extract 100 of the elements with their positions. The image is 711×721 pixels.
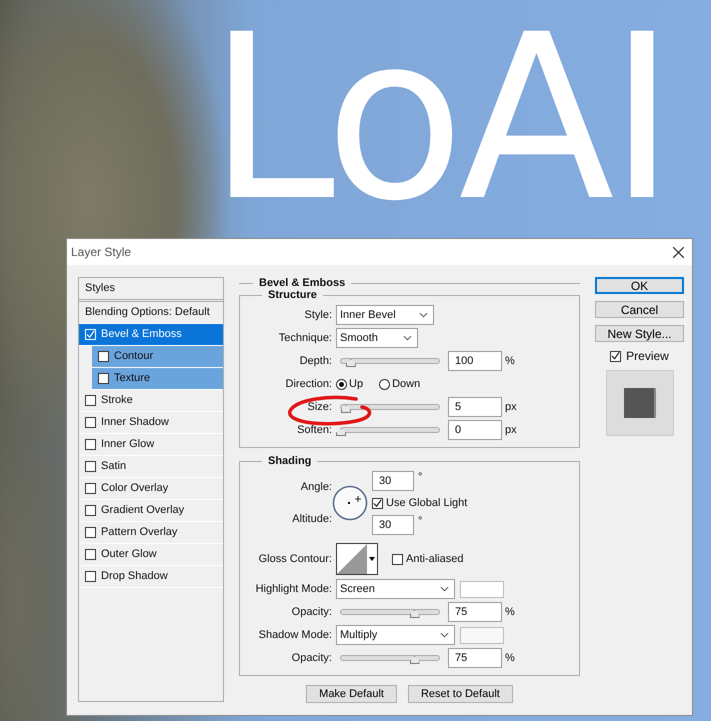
checkbox-option[interactable]: Use Global Light bbox=[372, 493, 468, 513]
input-field[interactable]: 5 bbox=[448, 397, 502, 417]
unit-label: % bbox=[504, 652, 515, 664]
slider-thumb[interactable] bbox=[410, 656, 420, 664]
color-swatch[interactable] bbox=[460, 626, 504, 644]
effect-label: Inner Shadow bbox=[101, 415, 169, 430]
radio-button[interactable] bbox=[336, 378, 347, 390]
preview-thumbnail bbox=[606, 370, 674, 436]
checkbox[interactable] bbox=[85, 439, 96, 450]
effect-label: Color Overlay bbox=[101, 481, 168, 496]
unit-label: px bbox=[504, 424, 517, 436]
slider-thumb[interactable] bbox=[336, 428, 346, 436]
checkbox[interactable] bbox=[372, 498, 383, 508]
slider-thumb[interactable] bbox=[340, 405, 351, 413]
input-field[interactable]: 75 bbox=[448, 602, 502, 622]
field-label: Style: bbox=[303, 309, 333, 321]
dialog-button[interactable]: OK bbox=[595, 277, 684, 294]
field-label: Technique: bbox=[278, 332, 333, 344]
checkbox[interactable] bbox=[610, 350, 622, 362]
contour-picker[interactable] bbox=[336, 543, 378, 575]
field-label: Opacity: bbox=[290, 652, 333, 664]
field-label: Shadow Mode: bbox=[258, 629, 333, 641]
angle-dial[interactable] bbox=[332, 485, 368, 521]
checkbox[interactable] bbox=[98, 351, 109, 362]
color-swatch[interactable] bbox=[460, 580, 504, 598]
effect-item[interactable]: Color Overlay bbox=[79, 478, 223, 500]
field-label: Highlight Mode: bbox=[254, 583, 333, 595]
highlight-mode-dropdown[interactable]: Screen bbox=[336, 579, 455, 599]
effect-label: Stroke bbox=[101, 393, 133, 408]
dialog-button[interactable]: Make Default bbox=[306, 685, 397, 703]
input-field[interactable]: 75 bbox=[448, 648, 502, 668]
effect-label: Gradient Overlay bbox=[101, 503, 184, 518]
unit-label: ° bbox=[417, 515, 422, 527]
input-field[interactable]: 100 bbox=[448, 351, 502, 371]
field-label: Angle: bbox=[300, 481, 333, 493]
effect-item[interactable]: Drop Shadow bbox=[79, 566, 223, 588]
effect-item[interactable]: Contour bbox=[92, 346, 223, 368]
group-title: Structure bbox=[267, 289, 318, 301]
chevron-icon bbox=[419, 312, 428, 318]
group-title: Shading bbox=[267, 455, 312, 467]
checkbox[interactable] bbox=[85, 483, 96, 494]
effect-item[interactable]: Pattern Overlay bbox=[79, 522, 223, 544]
effect-item[interactable]: Texture bbox=[92, 368, 223, 390]
canvas-text: LoAI bbox=[208, 4, 670, 232]
chevron-icon bbox=[440, 586, 449, 592]
effect-label: Satin bbox=[101, 459, 126, 474]
dialog-button[interactable]: New Style... bbox=[595, 325, 684, 342]
effect-item[interactable]: Bevel & Emboss bbox=[79, 324, 223, 346]
slider-thumb[interactable] bbox=[410, 610, 420, 618]
effect-label: Bevel & Emboss bbox=[101, 327, 182, 342]
list-header: Styles bbox=[79, 278, 223, 302]
effect-label: Drop Shadow bbox=[101, 569, 168, 584]
close-icon[interactable] bbox=[673, 246, 684, 258]
field-label: Depth: bbox=[298, 355, 333, 367]
checkbox[interactable] bbox=[85, 461, 96, 472]
field-label: Size: bbox=[306, 401, 333, 413]
chevron-icon bbox=[440, 632, 449, 638]
style-dropdown[interactable]: Inner Bevel bbox=[336, 305, 434, 325]
dialog-button[interactable]: Cancel bbox=[595, 301, 684, 318]
input-field[interactable]: 30 bbox=[372, 515, 414, 535]
checkbox-option[interactable]: Preview bbox=[610, 349, 669, 363]
checkbox[interactable] bbox=[85, 549, 96, 560]
checkbox[interactable] bbox=[98, 373, 109, 384]
checkbox[interactable] bbox=[392, 554, 403, 564]
input-field[interactable]: 0 bbox=[448, 420, 502, 440]
field-label: Opacity: bbox=[290, 606, 333, 618]
effect-label: Outer Glow bbox=[101, 547, 157, 562]
effect-label: Contour bbox=[114, 349, 154, 364]
field-label: Gloss Contour: bbox=[258, 553, 333, 565]
checkbox[interactable] bbox=[85, 417, 96, 428]
effect-label: Texture bbox=[114, 371, 150, 386]
shadow-mode-dropdown[interactable]: Multiply bbox=[336, 625, 455, 645]
effect-item[interactable]: Satin bbox=[79, 456, 223, 478]
group-title: Bevel & Emboss bbox=[258, 277, 346, 289]
effect-item[interactable]: Gradient Overlay bbox=[79, 500, 223, 522]
chevron-icon bbox=[403, 335, 412, 341]
slider-thumb[interactable] bbox=[346, 359, 356, 367]
checkbox[interactable] bbox=[85, 505, 96, 516]
effect-item[interactable]: Outer Glow bbox=[79, 544, 223, 566]
checkbox-option[interactable]: Anti-aliased bbox=[392, 553, 464, 565]
effect-item[interactable]: Stroke bbox=[79, 390, 223, 412]
checkbox[interactable] bbox=[85, 527, 96, 538]
checkbox[interactable] bbox=[85, 395, 96, 406]
technique-dropdown[interactable]: Smooth bbox=[336, 328, 418, 348]
radio-option[interactable]: Down bbox=[379, 378, 420, 390]
effect-label: Pattern Overlay bbox=[101, 525, 178, 540]
radio-option[interactable]: Up bbox=[336, 378, 364, 390]
dialog-button[interactable]: Reset to Default bbox=[408, 685, 513, 703]
input-field[interactable]: 30 bbox=[372, 471, 414, 491]
radio-button[interactable] bbox=[379, 378, 390, 390]
dropdown-arrow-icon bbox=[369, 557, 375, 561]
effect-label: Inner Glow bbox=[101, 437, 154, 452]
effect-item[interactable]: Inner Shadow bbox=[79, 412, 223, 434]
unit-label: % bbox=[504, 355, 515, 367]
field-label: Altitude: bbox=[291, 513, 333, 525]
checkbox[interactable] bbox=[85, 571, 96, 582]
unit-label: px bbox=[504, 401, 517, 413]
field-label: Soften: bbox=[296, 424, 333, 436]
field-label: Direction: bbox=[284, 378, 333, 390]
effect-item[interactable]: Inner Glow bbox=[79, 434, 223, 456]
